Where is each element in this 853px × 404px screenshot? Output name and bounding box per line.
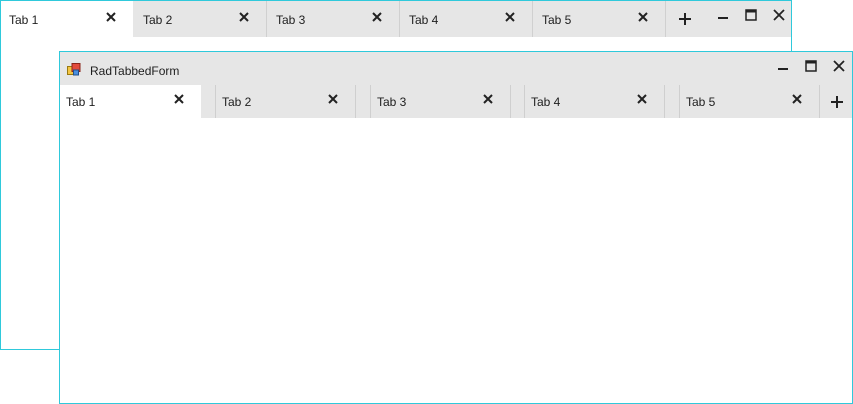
tab-strip: Tab 1 Tab 2 Tab 3 Tab 4 Tab 5 — [60, 85, 852, 118]
tab-3[interactable]: Tab 3 — [268, 1, 400, 37]
title-bar[interactable]: RadTabbedForm — [60, 52, 852, 85]
tab-label: Tab 3 — [276, 13, 306, 27]
close-icon[interactable] — [480, 91, 498, 109]
plus-icon[interactable] — [827, 92, 847, 112]
tab-label: Tab 1 — [9, 13, 39, 27]
minimize-icon[interactable] — [713, 7, 733, 27]
tab-label: Tab 4 — [531, 95, 561, 109]
tab-label: Tab 2 — [222, 95, 252, 109]
tab-strip: Tab 1 Tab 2 Tab 3 Tab 4 Tab 5 — [1, 1, 791, 37]
tab-1[interactable]: Tab 1 — [60, 85, 201, 118]
tab-label: Tab 4 — [409, 13, 439, 27]
tab-label: Tab 3 — [377, 95, 407, 109]
tab-label: Tab 5 — [542, 13, 572, 27]
tab-3[interactable]: Tab 3 — [370, 85, 511, 118]
tab-4[interactable]: Tab 4 — [401, 1, 533, 37]
close-icon[interactable] — [769, 5, 789, 25]
maximize-icon[interactable] — [801, 56, 821, 76]
tab-label: Tab 1 — [66, 95, 96, 109]
close-icon[interactable] — [103, 9, 121, 27]
content-area — [60, 118, 852, 403]
close-icon[interactable] — [789, 91, 807, 109]
tab-2[interactable]: Tab 2 — [135, 1, 267, 37]
close-icon[interactable] — [829, 56, 849, 76]
close-icon[interactable] — [325, 91, 343, 109]
close-icon[interactable] — [502, 9, 520, 27]
radtabbedform-window: RadTabbedForm Tab 1 Tab 2 Tab 3 Tab 4 Ta… — [59, 51, 853, 404]
tab-label: Tab 5 — [686, 95, 716, 109]
close-icon[interactable] — [634, 91, 652, 109]
tab-2[interactable]: Tab 2 — [215, 85, 356, 118]
tab-5[interactable]: Tab 5 — [679, 85, 820, 118]
close-icon[interactable] — [171, 91, 189, 109]
plus-icon[interactable] — [675, 9, 695, 29]
app-icon — [67, 63, 81, 77]
close-icon[interactable] — [635, 9, 653, 27]
minimize-icon[interactable] — [773, 58, 793, 78]
close-icon[interactable] — [369, 9, 387, 27]
tab-5[interactable]: Tab 5 — [534, 1, 666, 37]
tab-1[interactable]: Tab 1 — [1, 1, 133, 37]
tab-label: Tab 2 — [143, 13, 173, 27]
close-icon[interactable] — [236, 9, 254, 27]
tab-4[interactable]: Tab 4 — [524, 85, 665, 118]
maximize-icon[interactable] — [741, 5, 761, 25]
window-title: RadTabbedForm — [90, 64, 180, 78]
